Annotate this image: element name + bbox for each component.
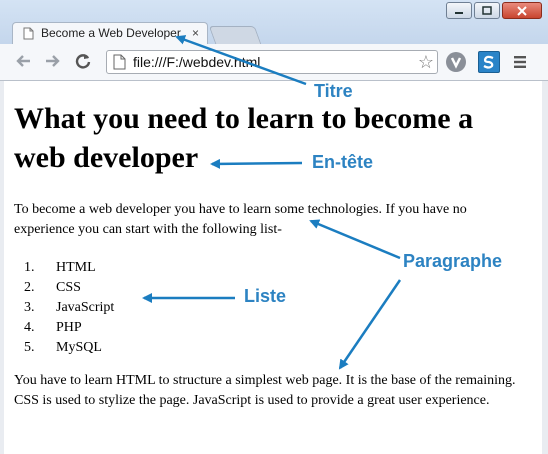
forward-icon[interactable] — [44, 52, 62, 70]
s-icon — [483, 55, 494, 69]
list-text: HTML — [56, 260, 96, 275]
reload-icon[interactable] — [74, 52, 92, 70]
back-icon[interactable] — [14, 52, 32, 70]
list-number: 1. — [24, 260, 35, 275]
minimize-button[interactable] — [446, 2, 472, 19]
list-item: 1. HTML — [16, 258, 114, 278]
annotation-paragraphe: Paragraphe — [403, 251, 503, 271]
close-icon — [517, 5, 527, 16]
list-number: 2. — [24, 280, 35, 295]
toolbar: file:///F:/webdev.html ☆ — [0, 44, 548, 81]
list-item: 5. MySQL — [16, 338, 114, 358]
annotation-liste: Liste — [244, 286, 287, 306]
annotation-titre: Titre — [314, 81, 353, 101]
address-bar[interactable]: file:///F:/webdev.html ☆ — [106, 50, 438, 74]
browser-tab[interactable]: Become a Web Developer × — [12, 22, 208, 44]
list-text: PHP — [56, 320, 82, 335]
v-icon — [450, 57, 462, 69]
list-item: 2. CSS — [16, 278, 114, 298]
list-number: 4. — [24, 320, 35, 335]
window-controls — [446, 2, 542, 19]
list-number: 5. — [24, 340, 35, 355]
maximize-icon — [482, 6, 492, 15]
url-text: file:///F:/webdev.html — [133, 54, 261, 70]
title-bar: Become a Web Developer × — [0, 0, 548, 45]
list-text: CSS — [56, 280, 81, 295]
annotation-entete: En-tête — [312, 152, 374, 172]
page-icon — [23, 27, 34, 40]
menu-icon[interactable] — [513, 55, 527, 69]
maximize-button[interactable] — [474, 2, 500, 19]
extension-s-icon[interactable] — [478, 51, 500, 73]
star-icon[interactable]: ☆ — [418, 51, 434, 73]
list-text: MySQL — [56, 340, 102, 355]
list-item: 3. JavaScript — [16, 298, 114, 318]
tab-close-button[interactable]: × — [192, 26, 199, 40]
tech-list: 1. HTML 2. CSS 3. JavaScript 4. PHP 5. MySQL — [16, 258, 114, 358]
page-heading: What you need to learn to become a web d… — [14, 102, 474, 174]
paragraph-2: You have to learn HTML to structure a si… — [14, 373, 516, 408]
tab-title: Become a Web Developer — [41, 26, 181, 40]
minimize-icon — [455, 11, 463, 14]
list-text: JavaScript — [56, 300, 115, 315]
browser-window: Become a Web Developer × file:///F:/webd… — [0, 0, 548, 454]
new-tab-button[interactable] — [208, 26, 262, 44]
paragraph-1: To become a web developer you have to le… — [14, 202, 467, 237]
close-window-button[interactable] — [502, 2, 542, 19]
list-number: 3. — [24, 300, 35, 315]
extension-icon[interactable] — [446, 52, 466, 72]
page-icon — [113, 54, 126, 70]
list-item: 4. PHP — [16, 318, 114, 338]
